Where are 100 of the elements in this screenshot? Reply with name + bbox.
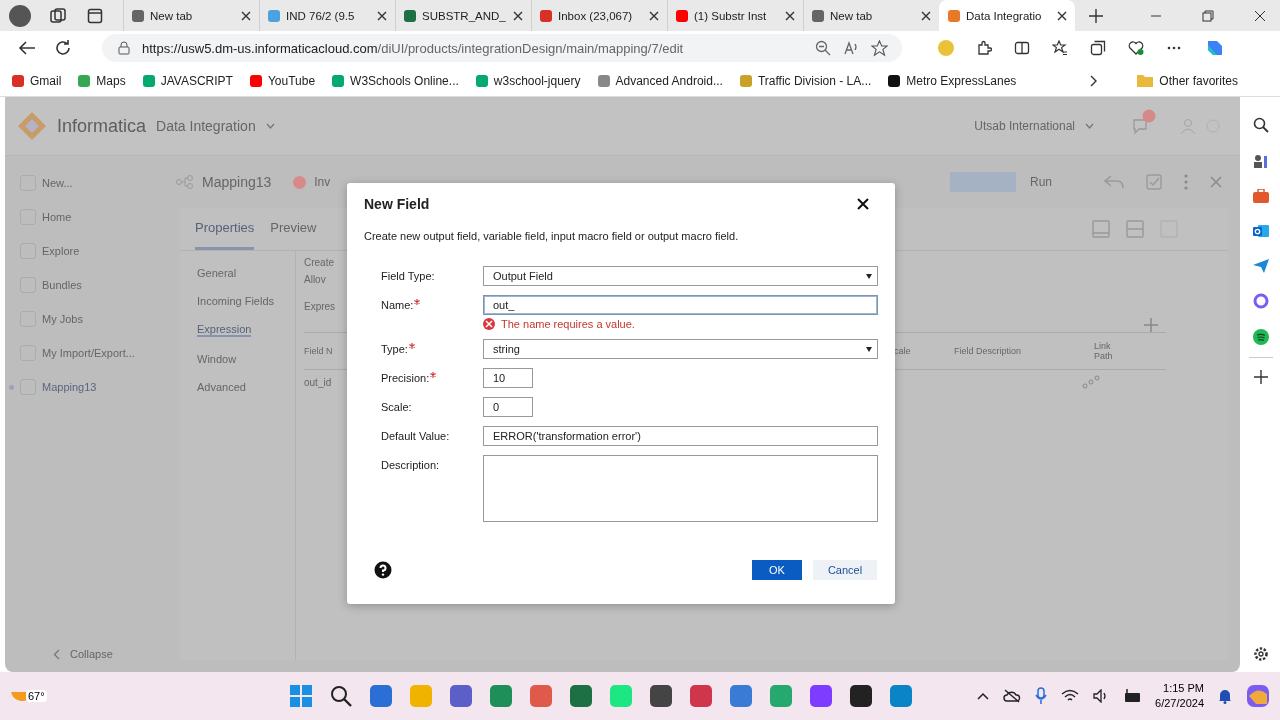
close-icon[interactable]: [1057, 10, 1067, 21]
bookmark-link[interactable]: Maps: [78, 73, 126, 88]
site-icon: [540, 9, 552, 22]
battery-icon[interactable]: [1123, 689, 1142, 703]
panel-tab[interactable]: Properties: [195, 208, 255, 250]
caret-icon[interactable]: [265, 123, 275, 129]
close-icon[interactable]: [241, 10, 251, 21]
bookmark-link[interactable]: Gmail: [12, 73, 62, 88]
browser-tab[interactable]: Data Integratio: [939, 0, 1075, 31]
input-field[interactable]: out_: [483, 295, 878, 315]
star-icon[interactable]: [871, 39, 888, 57]
mapping-title: Mapping13: [202, 174, 272, 190]
search-icon[interactable]: [330, 685, 352, 707]
bookmark-link[interactable]: Metro ExpressLanes: [888, 73, 1017, 88]
tab-actions-icon[interactable]: [87, 7, 103, 24]
cancel-button[interactable]: Cancel: [813, 560, 877, 580]
section-label: Expres: [304, 301, 336, 312]
zoom-icon[interactable]: [815, 40, 831, 56]
workspaces-icon[interactable]: [49, 6, 67, 25]
read-aloud-icon[interactable]: [843, 40, 859, 56]
add-icon[interactable]: [1254, 370, 1268, 384]
loop-icon[interactable]: [1253, 293, 1269, 309]
field-label: Description:: [381, 459, 440, 471]
profile-icon[interactable]: [9, 4, 31, 27]
site-icon: [948, 9, 960, 22]
heart-pulse-icon[interactable]: [1128, 40, 1144, 56]
back-icon[interactable]: [18, 40, 36, 56]
wifi-icon[interactable]: [1061, 689, 1080, 703]
microphone-icon[interactable]: [1035, 687, 1048, 705]
error-icon: [483, 318, 495, 330]
favorites-icon[interactable]: [1052, 40, 1068, 56]
field-label: Precision:: [381, 372, 430, 384]
text-area[interactable]: [483, 455, 878, 522]
close-icon[interactable]: [857, 197, 869, 210]
bookmark-link[interactable]: Traffic Division - LA...: [739, 73, 872, 88]
error-icon: [293, 175, 307, 189]
input-field[interactable]: 10: [483, 368, 533, 388]
field-label: Default Value:: [381, 430, 450, 442]
reload-icon[interactable]: [54, 39, 72, 57]
input-field[interactable]: ERROR('transformation error'): [483, 426, 878, 446]
close-icon[interactable]: [1254, 9, 1266, 22]
start-icon[interactable]: [290, 685, 312, 707]
send-icon[interactable]: [1253, 259, 1269, 273]
chevron-left-icon: [53, 648, 60, 660]
folder-icon: [1137, 74, 1154, 87]
copilot-icon[interactable]: [1246, 684, 1270, 708]
chess-icon[interactable]: [1253, 153, 1269, 169]
settings-icon[interactable]: [1253, 646, 1269, 662]
column-header: cale: [894, 346, 911, 356]
new-tab-icon[interactable]: [1089, 8, 1103, 23]
field-label: Scale:: [381, 401, 412, 413]
close-icon[interactable]: [921, 10, 931, 21]
dropdown[interactable]: string: [483, 339, 878, 359]
collections-icon[interactable]: [1090, 40, 1106, 56]
field-label: Field Type:: [381, 270, 435, 282]
site-icon: [404, 9, 416, 22]
outlook-icon[interactable]: [1253, 223, 1269, 239]
logo-icon: [17, 111, 47, 141]
dropdown[interactable]: Output Field: [483, 266, 878, 286]
input-field[interactable]: 0: [483, 397, 533, 417]
field-label: Name:: [381, 299, 414, 311]
site-icon: [268, 9, 280, 22]
bookmark-link[interactable]: YouTube: [249, 73, 316, 88]
help-icon[interactable]: [374, 561, 392, 579]
column-header: Field Description: [954, 346, 1022, 356]
chevron-up-icon[interactable]: [977, 692, 990, 700]
section-label: Create: [304, 257, 334, 268]
ok-button[interactable]: OK: [752, 560, 802, 580]
lock-icon: [118, 41, 130, 55]
error-message: The name requires a value.: [501, 318, 635, 330]
cloud-off-icon[interactable]: [1003, 689, 1022, 703]
close-icon[interactable]: [785, 10, 795, 21]
puzzle-icon[interactable]: [976, 40, 992, 56]
bookmark-link[interactable]: JAVASCRIPT: [142, 73, 233, 88]
dialog-title: New Field: [364, 195, 430, 212]
site-icon: [812, 9, 824, 22]
other-favorites-link[interactable]: Other favorites: [1137, 73, 1238, 88]
caret-icon[interactable]: [1085, 123, 1094, 129]
app-icon[interactable]: [850, 685, 872, 707]
logo-text: Informatica: [57, 115, 147, 137]
dialog-description: Create new output field, variable field, input macro field or output macro field.: [364, 230, 740, 242]
address-field[interactable]: https://usw5.dm-us.informaticacloud.com/diUI/products/integrationDesign/main/mapping/7/edit: [102, 34, 902, 62]
split-screen-icon[interactable]: [1014, 40, 1030, 56]
app-icon[interactable]: [650, 685, 672, 707]
bookmark-link[interactable]: W3Schools Online...: [332, 73, 459, 88]
bookmark-link[interactable]: Advanced Android...: [597, 73, 723, 88]
music-icon[interactable]: [1253, 329, 1269, 345]
close-icon[interactable]: [513, 10, 523, 21]
site-icon: [132, 9, 144, 22]
bookmark-link[interactable]: w3school-jquery: [475, 73, 581, 88]
bell-icon[interactable]: [1218, 688, 1232, 704]
close-icon[interactable]: [377, 10, 387, 21]
briefcase-icon[interactable]: [1253, 189, 1269, 203]
close-icon[interactable]: [649, 10, 659, 21]
field-label: Type:: [381, 343, 408, 355]
search-icon[interactable]: [1253, 117, 1269, 133]
chevron-icon[interactable]: [1090, 74, 1099, 87]
clock[interactable]: 1:15 PM 6/27/2024: [1155, 681, 1204, 711]
restore-icon[interactable]: [1202, 9, 1214, 22]
mapping-icon: [176, 175, 194, 189]
